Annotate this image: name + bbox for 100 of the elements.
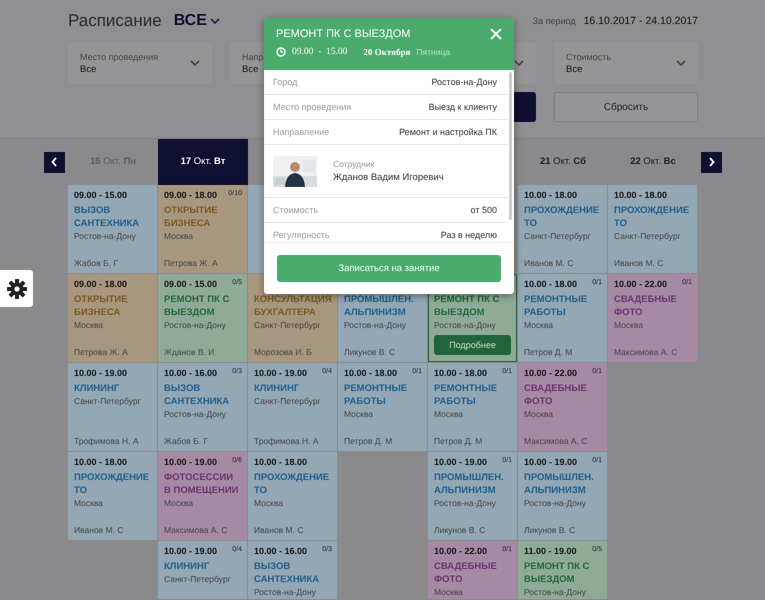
chevron-down-icon (514, 60, 524, 66)
event-city: Санкт-Петербург (164, 574, 232, 584)
filter-dropdown[interactable]: Место проведения Все (68, 42, 212, 84)
period-range: 16.10.2017 - 24.10.2017 (584, 15, 698, 27)
chevron-down-icon (676, 60, 686, 66)
scrollbar[interactable] (509, 72, 512, 220)
event-title: ПРОХОЖДЕНИЕ ТО (254, 471, 330, 497)
popup-time: 09.00 - 15.00 (292, 47, 348, 57)
event-title: ОТКРЫТИЕ БИЗНЕСА (74, 293, 129, 319)
event-city: Москва (524, 409, 554, 419)
event-card[interactable]: 10.00 - 18.00 ПРОХОЖДЕНИЕ ТО Санкт-Петербург Иванов М. С (518, 185, 607, 273)
event-time: 10.00 - 19.00 (164, 457, 218, 469)
filter-label: Стоимость (566, 52, 612, 62)
event-card[interactable]: 10.00 - 18.00 ПРОХОЖДЕНИЕ ТО Санкт-Петербург Иванов М. С (608, 185, 697, 273)
filter-label: Место проведения (80, 52, 158, 62)
reset-button[interactable]: Сбросить (554, 92, 698, 122)
event-city: Санкт-Петербург (254, 396, 322, 406)
event-city: Москва (164, 498, 194, 508)
filter-label: Напр (242, 52, 264, 62)
event-city: Ростов-на-Дону (164, 320, 227, 330)
event-teacher: Ликунов В. С (524, 525, 576, 535)
event-time: 10.00 - 18.00 (344, 368, 398, 380)
chevron-down-icon (190, 60, 200, 66)
event-time: 09.00 - 18.00 (164, 190, 218, 202)
details-button[interactable]: Подробнее (434, 335, 511, 355)
event-title: СВАДЕБНЫЕ ФОТО (524, 382, 588, 408)
category-dropdown[interactable]: ВСЕ (174, 12, 220, 30)
event-teacher: Иванов М. С (614, 258, 664, 268)
event-city: Ростов-на-Дону (524, 587, 587, 597)
event-time: 10.00 - 22.00 (434, 546, 488, 558)
filter-value: Все (242, 64, 258, 74)
event-title: СВАДЕБНЫЕ ФОТО (614, 293, 678, 319)
event-city: Санкт-Петербург (254, 320, 322, 330)
event-title: ВЫЗОВ САНТЕХНИКА (164, 382, 230, 408)
event-city: Москва (344, 409, 374, 419)
event-city: Санкт-Петербург (524, 231, 592, 241)
filter-value: Все (80, 64, 96, 74)
filter-value: Все (566, 64, 582, 74)
event-teacher: Жабов Б. Г (74, 258, 120, 268)
event-time: 10.00 - 18.00 (434, 368, 488, 380)
day-header[interactable]: 21 Окт. Сб (518, 139, 608, 185)
detail-label: Направление (273, 127, 330, 137)
event-teacher: Петрова Ж. А (164, 258, 219, 268)
settings-icon (6, 278, 26, 298)
event-time: 09.00 - 15.00 (164, 279, 218, 291)
settings-button[interactable] (0, 270, 33, 307)
event-title: КЛИНИНГ (164, 560, 210, 573)
event-title: ОТКРЫТИЕ БИЗНЕСА (164, 204, 219, 230)
filter-dropdown[interactable]: Стоимость Все (554, 42, 698, 84)
event-title: РЕМОНТНЫЕ РАБОТЫ (524, 293, 588, 319)
event-city: Москва (164, 231, 194, 241)
day-header[interactable]: 17 Окт. Вт (158, 139, 248, 185)
clock-icon (276, 47, 286, 57)
prev-button[interactable] (44, 152, 65, 172)
close-icon (490, 28, 502, 40)
event-title: ПРОХОЖДЕНИЕ ТО (74, 471, 150, 497)
event-city: Ростов-на-Дону (434, 320, 497, 330)
page-title: Расписание (68, 11, 162, 31)
event-title: ПРОМЫШЛЕН. АЛЬПИНИЗМ (344, 293, 415, 319)
event-time: 10.00 - 18.00 (254, 457, 308, 469)
event-title: РЕМОНТНЫЕ РАБОТЫ (344, 382, 408, 408)
event-title: ПРОМЫШЛЕН. АЛЬПИНИЗМ (434, 471, 505, 497)
event-title: КОНСУЛЬТАЦИЯ БУХГАЛТЕРА (254, 293, 331, 319)
day-header[interactable]: 22 Окт. Вс (608, 139, 698, 185)
detail-label: Стоимость (273, 205, 318, 215)
chevron-right-icon (708, 157, 715, 167)
event-title: ФОТОСЕССИИ В ПОМЕЩЕНИИ (164, 471, 240, 497)
event-city: Ростов-на-Дону (434, 498, 497, 508)
event-city: Ростов-на-Дону (344, 320, 407, 330)
detail-value: Ремонт и настройка ПК (399, 127, 497, 137)
event-time: 11.00 - 19.00 (524, 546, 577, 558)
detail-value: от 500 (470, 205, 497, 215)
event-teacher: Трофимова Н. А (254, 436, 320, 446)
detail-value: Раз в неделю (440, 230, 497, 240)
event-teacher: Максимова А. С (164, 525, 228, 535)
event-teacher: Иванов М. С (254, 525, 304, 535)
detail-label: Место проведения (273, 102, 352, 112)
event-teacher: Морозова И. Б (254, 347, 313, 357)
chevron-down-icon (210, 18, 220, 24)
event-time: 09.00 - 18.00 (74, 279, 128, 291)
close-button[interactable] (490, 28, 502, 40)
event-title: ВЫЗОВ САНТЕХНИКА (254, 560, 320, 586)
event-city: Санкт-Петербург (614, 231, 682, 241)
next-button[interactable] (701, 152, 722, 172)
event-time: 10.00 - 18.00 (524, 190, 578, 202)
event-title: ПРОМЫШЛЕН. АЛЬПИНИЗМ (524, 471, 595, 497)
event-teacher: Петрова Ж. А (74, 347, 129, 357)
event-city: Москва (614, 320, 644, 330)
detail-value: Ростов-на-Дону (431, 77, 497, 87)
event-city: Ростов-на-Дону (74, 231, 137, 241)
event-time: 10.00 - 19.00 (254, 368, 308, 380)
event-teacher: Трофимова Н. А (74, 436, 140, 446)
event-teacher: Максимова А. С (614, 347, 678, 357)
popup-title: РЕМОНТ ПК С ВЫЕЗДОМ (276, 28, 412, 40)
event-title: ПРОХОЖДЕНИЕ ТО (614, 204, 690, 230)
event-time: 10.00 - 22.00 (614, 279, 668, 291)
event-card[interactable]: 10.00 - 18.00 ПРОХОЖДЕНИЕ ТО Москва Иванов М. С (248, 452, 337, 540)
event-teacher: Ликунов В. С (434, 525, 486, 535)
event-time: 10.00 - 18.00 (524, 279, 578, 291)
event-title: РЕМОНТ ПК С ВЫЕЗДОМ (164, 293, 230, 319)
